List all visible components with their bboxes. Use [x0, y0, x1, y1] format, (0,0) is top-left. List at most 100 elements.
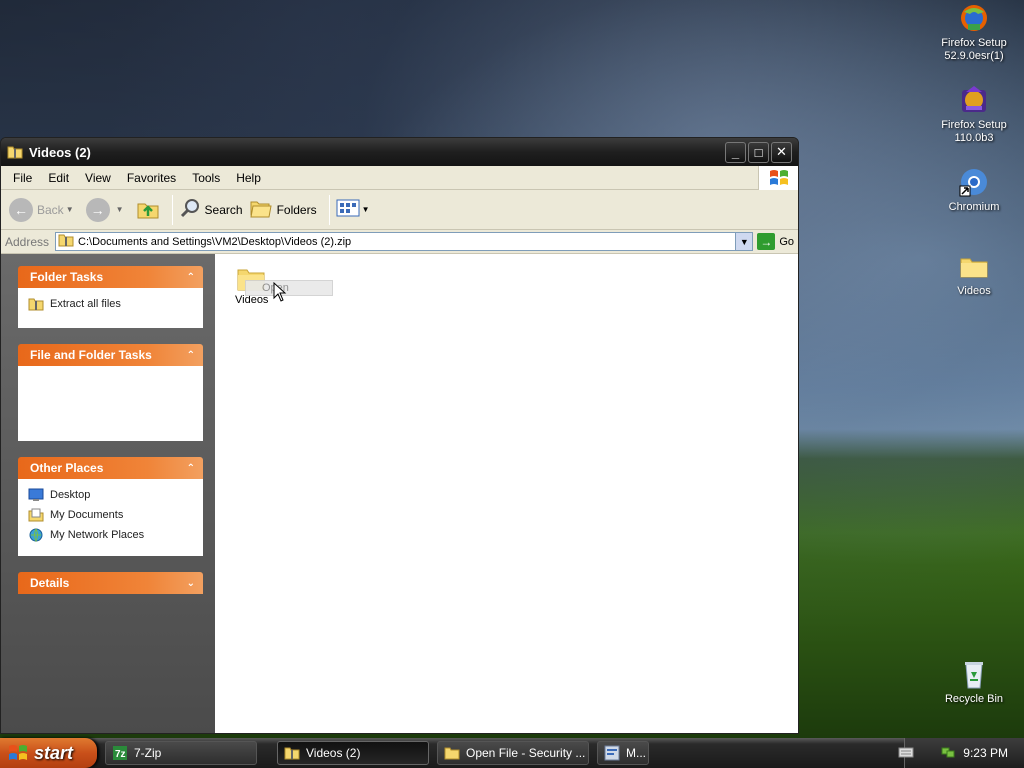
address-dropdown-icon[interactable]: ▼ — [735, 233, 753, 250]
desktop-icon-chromium[interactable]: Chromium — [929, 166, 1019, 214]
task-pane: Folder Tasks ⌃ Extract all files File an… — [1, 254, 215, 733]
file-folder-tasks-title: File and Folder Tasks — [30, 348, 152, 362]
other-places-title: Other Places — [30, 461, 104, 475]
desktop-link-label: Desktop — [50, 489, 91, 501]
forward-dropdown-icon[interactable]: ▼ — [116, 205, 124, 214]
other-places-desktop-link[interactable]: Desktop — [28, 487, 193, 503]
address-label: Address — [5, 234, 50, 249]
details-panel: Details ⌄ — [18, 572, 203, 594]
keyboard-icon[interactable] — [898, 745, 914, 759]
start-button[interactable]: start — [0, 738, 97, 768]
desktop-icon-label: Firefox Setup 110.0b3 — [941, 119, 1007, 144]
taskbar-item-open-file-security[interactable]: Open File - Security ... — [437, 741, 589, 765]
back-label: Back — [37, 202, 64, 217]
network-places-icon — [28, 527, 44, 543]
clock[interactable]: 9:23 PM — [963, 746, 1008, 760]
menu-file[interactable]: File — [5, 171, 40, 185]
other-places-my-documents-link[interactable]: My Documents — [28, 507, 193, 523]
folders-label: Folders — [276, 202, 317, 217]
forward-arrow-icon: → — [85, 197, 110, 222]
explorer-window[interactable]: Videos (2) _ □ ✕ File Edit View Favorite… — [0, 137, 799, 734]
application-icon — [604, 745, 620, 761]
back-button[interactable]: ← Back ▼ — [9, 197, 80, 222]
up-folder-icon — [136, 196, 160, 223]
desktop-icon-recycle-bin[interactable]: Recycle Bin — [929, 658, 1019, 706]
forward-button[interactable]: → ▼ — [85, 197, 130, 222]
extract-icon — [28, 296, 44, 312]
desktop-icon-firefox-setup-110[interactable]: Firefox Setup 110.0b3 — [929, 84, 1019, 145]
desktop-icon-videos[interactable]: Videos — [929, 250, 1019, 298]
views-icon — [336, 198, 360, 221]
task-label: M... — [626, 746, 646, 760]
other-places-my-network-places-link[interactable]: My Network Places — [28, 527, 193, 543]
zip-folder-icon — [7, 145, 23, 159]
minimize-icon: _ — [731, 144, 740, 160]
7zip-icon: 7z — [112, 745, 128, 761]
views-dropdown-icon[interactable]: ▼ — [362, 205, 370, 214]
maximize-button[interactable]: □ — [748, 141, 769, 163]
toolbar-separator — [171, 194, 173, 225]
network-tray-icon[interactable] — [941, 745, 955, 762]
collapse-chevron-icon[interactable]: ⌃ — [187, 350, 195, 361]
go-button[interactable]: → Go — [757, 233, 794, 250]
window-title: Videos (2) — [29, 144, 91, 160]
search-icon — [179, 197, 201, 222]
my-documents-icon — [28, 507, 44, 523]
windows-logo-icon — [758, 166, 798, 190]
file-folder-tasks-panel: File and Folder Tasks ⌃ — [18, 344, 203, 441]
desktop-icon-label: Chromium — [948, 201, 1000, 213]
folder-icon — [444, 745, 460, 761]
menu-view[interactable]: View — [77, 171, 119, 185]
menu-tools[interactable]: Tools — [184, 171, 228, 185]
file-folder-tasks-body — [18, 366, 203, 441]
task-label: Videos (2) — [306, 746, 361, 760]
folders-button[interactable]: Folders — [249, 197, 317, 222]
folder-tasks-title: Folder Tasks — [30, 270, 104, 284]
file-list-pane[interactable]: Videos Open — [215, 254, 798, 733]
taskbar: start 7z 7-Zip Videos (2) Open File - Se… — [0, 738, 1024, 768]
address-value: C:\Documents and Settings\VM2\Desktop\Vi… — [78, 235, 352, 248]
other-places-header[interactable]: Other Places ⌃ — [18, 457, 203, 479]
other-places-panel: Other Places ⌃ Desktop My Documents My N… — [18, 457, 203, 556]
collapse-chevron-icon[interactable]: ⌃ — [187, 272, 195, 283]
back-dropdown-icon[interactable]: ▼ — [66, 205, 74, 214]
desktop-icon-firefox-setup-52[interactable]: Firefox Setup 52.9.0esr(1) — [929, 2, 1019, 63]
chromium-shortcut-icon — [958, 166, 990, 198]
menu-edit[interactable]: Edit — [40, 171, 77, 185]
folders-icon — [249, 197, 273, 222]
back-arrow-icon: ← — [9, 197, 33, 222]
extract-all-files-link[interactable]: Extract all files — [28, 296, 193, 312]
views-button[interactable]: ▼ — [336, 198, 376, 221]
details-title: Details — [30, 576, 70, 590]
close-button[interactable]: ✕ — [771, 141, 792, 163]
folder-icon — [958, 250, 990, 282]
desktop-icon-label: Recycle Bin — [944, 693, 1004, 705]
task-label: 7-Zip — [134, 746, 162, 760]
title-bar[interactable]: Videos (2) _ □ ✕ — [1, 138, 798, 166]
menu-help[interactable]: Help — [228, 171, 269, 185]
file-folder-tasks-header[interactable]: File and Folder Tasks ⌃ — [18, 344, 203, 366]
toolbar: ← Back ▼ → ▼ Search Folders ▼ — [1, 190, 798, 230]
collapse-chevron-icon[interactable]: ⌃ — [187, 463, 195, 474]
desktop-icon-label: Firefox Setup 52.9.0esr(1) — [941, 37, 1007, 62]
recycle-bin-icon — [958, 658, 990, 690]
zip-folder-icon — [58, 233, 74, 250]
folder-tasks-panel: Folder Tasks ⌃ Extract all files — [18, 266, 203, 328]
windows-flag-icon — [8, 743, 28, 763]
menu-favorites[interactable]: Favorites — [119, 171, 184, 185]
expand-chevron-icon[interactable]: ⌄ — [187, 578, 195, 589]
address-field[interactable]: C:\Documents and Settings\VM2\Desktop\Vi… — [55, 232, 754, 251]
start-label: start — [34, 742, 74, 763]
taskbar-item-m[interactable]: M... — [597, 741, 649, 765]
details-header[interactable]: Details ⌄ — [18, 572, 203, 594]
taskbar-item-7zip[interactable]: 7z 7-Zip — [105, 741, 257, 765]
desktop-icon-label: Videos — [957, 285, 991, 297]
search-button[interactable]: Search — [179, 197, 243, 222]
minimize-button[interactable]: _ — [725, 141, 746, 163]
up-folder-button[interactable] — [136, 196, 160, 223]
folder-tasks-body: Extract all files — [18, 288, 203, 328]
address-bar: Address C:\Documents and Settings\VM2\De… — [1, 230, 798, 254]
firefox-setup-icon — [958, 2, 990, 34]
taskbar-item-videos[interactable]: Videos (2) — [277, 741, 429, 765]
folder-tasks-header[interactable]: Folder Tasks ⌃ — [18, 266, 203, 288]
